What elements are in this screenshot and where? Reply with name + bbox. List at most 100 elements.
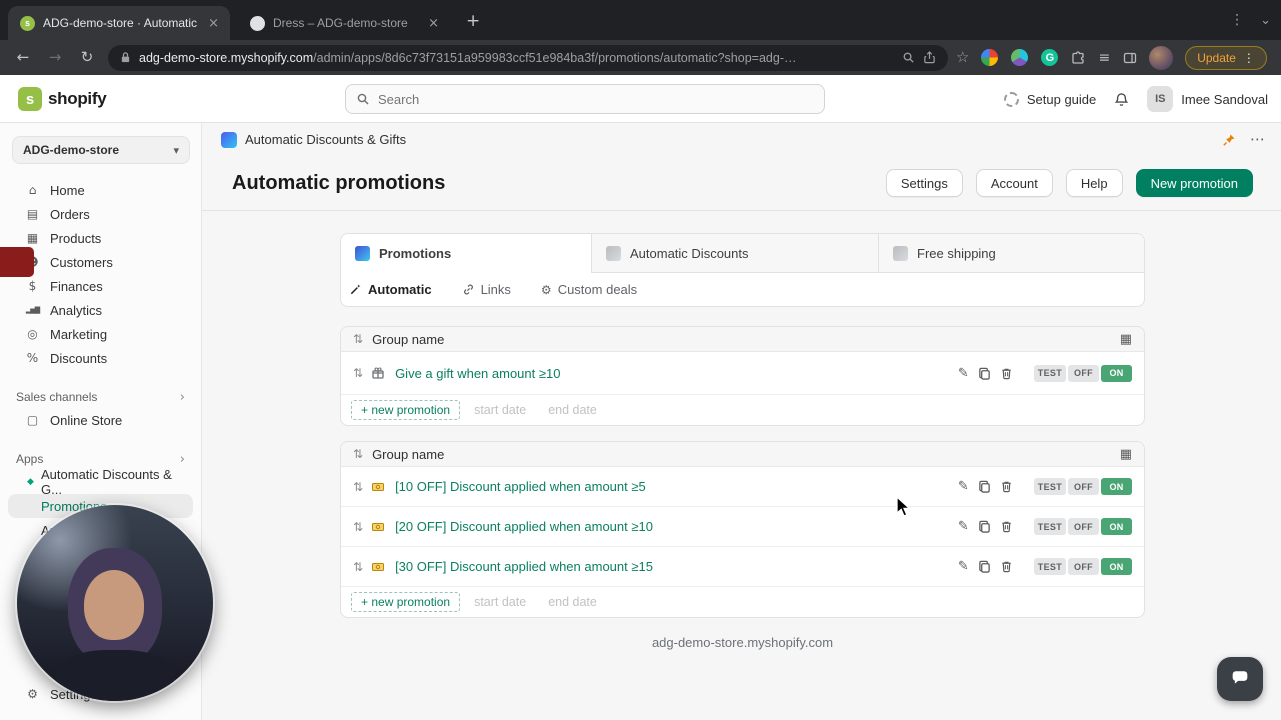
setup-guide-button[interactable]: Setup guide bbox=[1004, 92, 1096, 107]
new-promotion-inline-button[interactable]: + new promotion bbox=[351, 400, 460, 420]
tab-automatic-discounts[interactable]: Automatic Discounts bbox=[591, 234, 878, 273]
edit-icon[interactable]: ✎ bbox=[958, 480, 969, 493]
delete-icon[interactable] bbox=[1000, 480, 1013, 493]
sidebar-item-online-store[interactable]: ▢ Online Store bbox=[0, 408, 201, 432]
delete-icon[interactable] bbox=[1000, 367, 1013, 380]
end-date-field[interactable]: end date bbox=[548, 595, 597, 609]
delete-icon[interactable] bbox=[1000, 560, 1013, 573]
settings-button[interactable]: Settings bbox=[886, 169, 963, 197]
chat-widget-button[interactable] bbox=[1217, 657, 1263, 701]
new-promotion-button[interactable]: New promotion bbox=[1136, 169, 1253, 197]
off-button[interactable]: OFF bbox=[1068, 365, 1099, 382]
sort-icon[interactable]: ⇅ bbox=[353, 448, 363, 460]
sidebar-item-marketing[interactable]: ◎ Marketing bbox=[0, 322, 201, 346]
gift-icon bbox=[371, 366, 385, 380]
browser-update-button[interactable]: Update ⋮ bbox=[1185, 46, 1267, 70]
address-bar[interactable]: adg-demo-store.myshopify.com/admin/apps/… bbox=[108, 45, 948, 71]
edit-icon[interactable]: ✎ bbox=[958, 367, 969, 380]
tab-promotions[interactable]: Promotions bbox=[341, 234, 591, 273]
grammarly-icon[interactable]: G bbox=[1041, 49, 1058, 66]
sidebar-item-analytics[interactable]: ▂▅▇ Analytics bbox=[0, 298, 201, 322]
reading-list-icon[interactable]: ≡ bbox=[1098, 51, 1110, 65]
sidebar-item-finances[interactable]: $ Finances bbox=[0, 274, 201, 298]
sidebar-item-adg-app[interactable]: ◆ Automatic Discounts & G... bbox=[0, 470, 201, 494]
promotion-link[interactable]: Give a gift when amount ≥10 bbox=[395, 366, 560, 381]
sort-icon[interactable]: ⇅ bbox=[353, 333, 363, 345]
user-menu[interactable]: IS Imee Sandoval bbox=[1147, 86, 1268, 112]
bookmark-star-icon[interactable]: ☆ bbox=[956, 50, 969, 65]
drag-handle-icon[interactable]: ⇅ bbox=[353, 521, 363, 533]
edit-icon[interactable]: ✎ bbox=[958, 560, 969, 573]
new-promotion-inline-button[interactable]: + new promotion bbox=[351, 592, 460, 612]
on-button[interactable]: ON bbox=[1101, 558, 1132, 575]
browser-menu-icon[interactable]: ⋮ bbox=[1243, 52, 1255, 64]
test-button[interactable]: TEST bbox=[1034, 365, 1066, 382]
off-button[interactable]: OFF bbox=[1068, 558, 1099, 575]
schedule-grid-icon[interactable]: ▦ bbox=[1120, 333, 1132, 346]
on-button[interactable]: ON bbox=[1101, 478, 1132, 495]
tab-free-shipping[interactable]: Free shipping bbox=[878, 234, 1144, 273]
start-date-field[interactable]: start date bbox=[474, 403, 526, 417]
schedule-grid-icon[interactable]: ▦ bbox=[1120, 448, 1132, 461]
edit-icon[interactable]: ✎ bbox=[958, 520, 969, 533]
reload-button[interactable]: ↻ bbox=[74, 50, 100, 65]
state-toggle: TEST OFF ON bbox=[1034, 558, 1132, 575]
shopify-topbar: s shopify Setup guide IS Imee Sandoval bbox=[0, 75, 1281, 123]
browser-tab[interactable]: Dress – ADG-demo-store × bbox=[238, 6, 450, 40]
off-button[interactable]: OFF bbox=[1068, 518, 1099, 535]
help-button[interactable]: Help bbox=[1066, 169, 1123, 197]
share-icon[interactable] bbox=[923, 51, 936, 64]
admin-search-bar[interactable] bbox=[345, 84, 825, 114]
browser-profile-avatar[interactable] bbox=[1149, 46, 1173, 70]
search-icon[interactable] bbox=[902, 51, 915, 64]
duplicate-icon[interactable] bbox=[978, 520, 991, 533]
browser-tab-active[interactable]: s ADG-demo-store · Automatic p × bbox=[8, 6, 230, 40]
back-button[interactable]: ← bbox=[10, 50, 36, 65]
overflow-menu-icon[interactable]: ⋯ bbox=[1250, 132, 1265, 147]
start-date-field[interactable]: start date bbox=[474, 595, 526, 609]
on-button[interactable]: ON bbox=[1101, 518, 1132, 535]
forward-button[interactable]: → bbox=[42, 50, 68, 65]
on-button[interactable]: ON bbox=[1101, 365, 1132, 382]
extension-color-icon[interactable] bbox=[1011, 49, 1028, 66]
lock-icon[interactable] bbox=[120, 51, 131, 64]
tab-label: Automatic Discounts bbox=[630, 246, 749, 261]
test-button[interactable]: TEST bbox=[1034, 518, 1066, 535]
puzzle-icon[interactable] bbox=[1071, 51, 1085, 65]
subtab-links[interactable]: Links bbox=[462, 282, 511, 297]
sidebar-section-sales-channels[interactable]: Sales channels › bbox=[0, 386, 201, 408]
shopify-logo[interactable]: s shopify bbox=[18, 87, 106, 111]
drag-handle-icon[interactable]: ⇅ bbox=[353, 481, 363, 493]
duplicate-icon[interactable] bbox=[978, 560, 991, 573]
extension-pinwheel-icon[interactable] bbox=[981, 49, 998, 66]
tab-close-icon[interactable]: × bbox=[425, 17, 442, 30]
tab-menu-icon[interactable]: ⋮ bbox=[1230, 13, 1244, 27]
off-button[interactable]: OFF bbox=[1068, 478, 1099, 495]
sidebar-item-orders[interactable]: ▤ Orders bbox=[0, 202, 201, 226]
subtab-custom-deals[interactable]: ⚙ Custom deals bbox=[541, 282, 637, 297]
search-input[interactable] bbox=[378, 92, 814, 107]
test-button[interactable]: TEST bbox=[1034, 478, 1066, 495]
duplicate-icon[interactable] bbox=[978, 367, 991, 380]
promotion-link[interactable]: [30 OFF] Discount applied when amount ≥1… bbox=[395, 559, 653, 574]
sidebar-item-discounts[interactable]: % Discounts bbox=[0, 346, 201, 370]
account-button[interactable]: Account bbox=[976, 169, 1053, 197]
end-date-field[interactable]: end date bbox=[548, 403, 597, 417]
tab-close-icon[interactable]: × bbox=[205, 17, 222, 30]
duplicate-icon[interactable] bbox=[978, 480, 991, 493]
caret-down-icon: ▾ bbox=[173, 145, 179, 156]
drag-handle-icon[interactable]: ⇅ bbox=[353, 561, 363, 573]
promotion-link[interactable]: [10 OFF] Discount applied when amount ≥5 bbox=[395, 479, 646, 494]
pin-icon[interactable] bbox=[1222, 133, 1236, 147]
delete-icon[interactable] bbox=[1000, 520, 1013, 533]
drag-handle-icon[interactable]: ⇅ bbox=[353, 367, 363, 379]
subtab-automatic[interactable]: Automatic bbox=[349, 282, 432, 297]
tab-search-chevron-icon[interactable]: ⌄ bbox=[1260, 14, 1271, 27]
test-button[interactable]: TEST bbox=[1034, 558, 1066, 575]
side-panel-icon[interactable] bbox=[1123, 51, 1137, 65]
sidebar-item-home[interactable]: ⌂ Home bbox=[0, 178, 201, 202]
store-switcher[interactable]: ADG-demo-store ▾ bbox=[12, 136, 190, 164]
new-tab-button[interactable]: + bbox=[466, 13, 480, 30]
notifications-bell-icon[interactable] bbox=[1114, 92, 1129, 107]
promotion-link[interactable]: [20 OFF] Discount applied when amount ≥1… bbox=[395, 519, 653, 534]
